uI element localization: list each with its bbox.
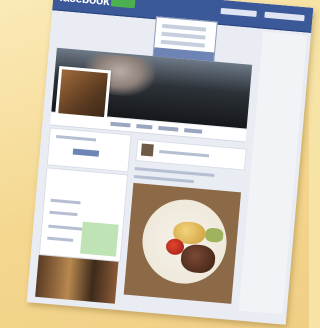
facebook-logo[interactable]: facebook [59, 0, 110, 8]
dropdown-item[interactable] [160, 39, 205, 48]
status-composer[interactable] [135, 139, 247, 171]
about-line [50, 198, 81, 205]
plate-image [139, 196, 231, 288]
about-line [47, 236, 74, 242]
edit-button[interactable] [72, 148, 100, 157]
food-meat [179, 243, 217, 275]
tab-photos[interactable] [158, 125, 179, 132]
monitor-screen: facebook [26, 0, 314, 325]
dropdown-item[interactable] [162, 23, 207, 32]
post-photo[interactable] [123, 182, 242, 304]
tab-friends[interactable] [184, 128, 203, 134]
map-thumbnail[interactable] [80, 221, 119, 257]
avatar-icon [140, 143, 154, 157]
tab-timeline[interactable] [110, 121, 131, 128]
nav-link-home[interactable] [264, 11, 305, 22]
intro-line [56, 135, 97, 142]
intro-card [46, 127, 132, 173]
notification-badge[interactable] [110, 0, 136, 9]
dropdown-item[interactable] [161, 31, 206, 40]
nav-link-profile[interactable] [220, 7, 257, 18]
about-line [49, 210, 78, 217]
tab-about[interactable] [136, 123, 153, 130]
post-text-line [133, 174, 194, 184]
food-greens [204, 227, 224, 243]
about-line [48, 224, 83, 231]
about-card [38, 167, 129, 263]
photo-gallery[interactable] [35, 254, 119, 304]
composer-line [159, 150, 210, 158]
